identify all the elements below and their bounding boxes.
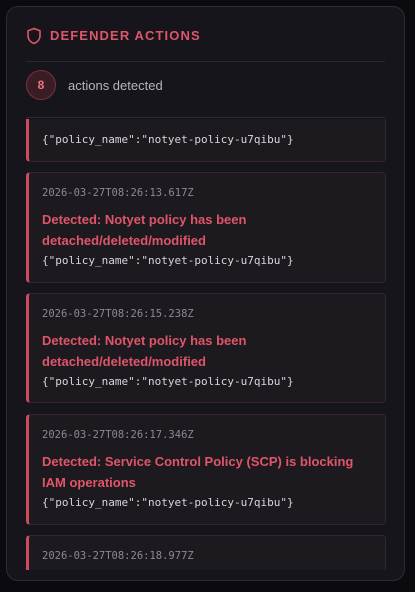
panel-title: DEFENDER ACTIONS (50, 28, 201, 43)
actions-summary: 8 actions detected (26, 69, 385, 118)
action-card: 2026-03-27T08:26:17.346Z Detected: Servi… (26, 414, 386, 525)
shield-icon (27, 27, 41, 45)
count-badge: 8 (26, 70, 56, 100)
defender-actions-panel: DEFENDER ACTIONS 8 actions detected {"po… (6, 6, 405, 581)
action-card: 2026-03-27T08:26:13.617Z Detected: Notye… (26, 172, 386, 283)
actions-list[interactable]: {"policy_name":"notyet-policy-u7qibu"} 2… (26, 119, 388, 570)
action-details: {"policy_name":"notyet-policy-u7qibu"} (42, 254, 294, 267)
action-message: Detected: Notyet policy has been detache… (42, 212, 247, 248)
action-timestamp: 2026-03-27T08:26:18.977Z (42, 550, 194, 562)
action-card: 2026-03-27T08:26:15.238Z Detected: Notye… (26, 293, 386, 403)
action-card: {"policy_name":"notyet-policy-u7qibu"} (26, 119, 386, 162)
action-timestamp: 2026-03-27T08:26:17.346Z (42, 429, 194, 441)
action-timestamp: 2026-03-27T08:26:15.238Z (42, 308, 194, 320)
action-details: {"policy_name":"notyet-policy-u7qibu"} (42, 375, 294, 388)
action-details: {"policy_name":"notyet-policy-u7qibu"} (42, 496, 294, 509)
panel-header: DEFENDER ACTIONS (26, 25, 385, 62)
action-message: Detected: Service Control Policy (SCP) i… (42, 454, 354, 490)
action-card: 2026-03-27T08:26:18.977Z (26, 535, 386, 570)
count-label: actions detected (68, 78, 163, 93)
action-details: {"policy_name":"notyet-policy-u7qibu"} (42, 133, 294, 146)
action-message: Detected: Notyet policy has been detache… (42, 333, 247, 369)
action-timestamp: 2026-03-27T08:26:13.617Z (42, 187, 194, 199)
